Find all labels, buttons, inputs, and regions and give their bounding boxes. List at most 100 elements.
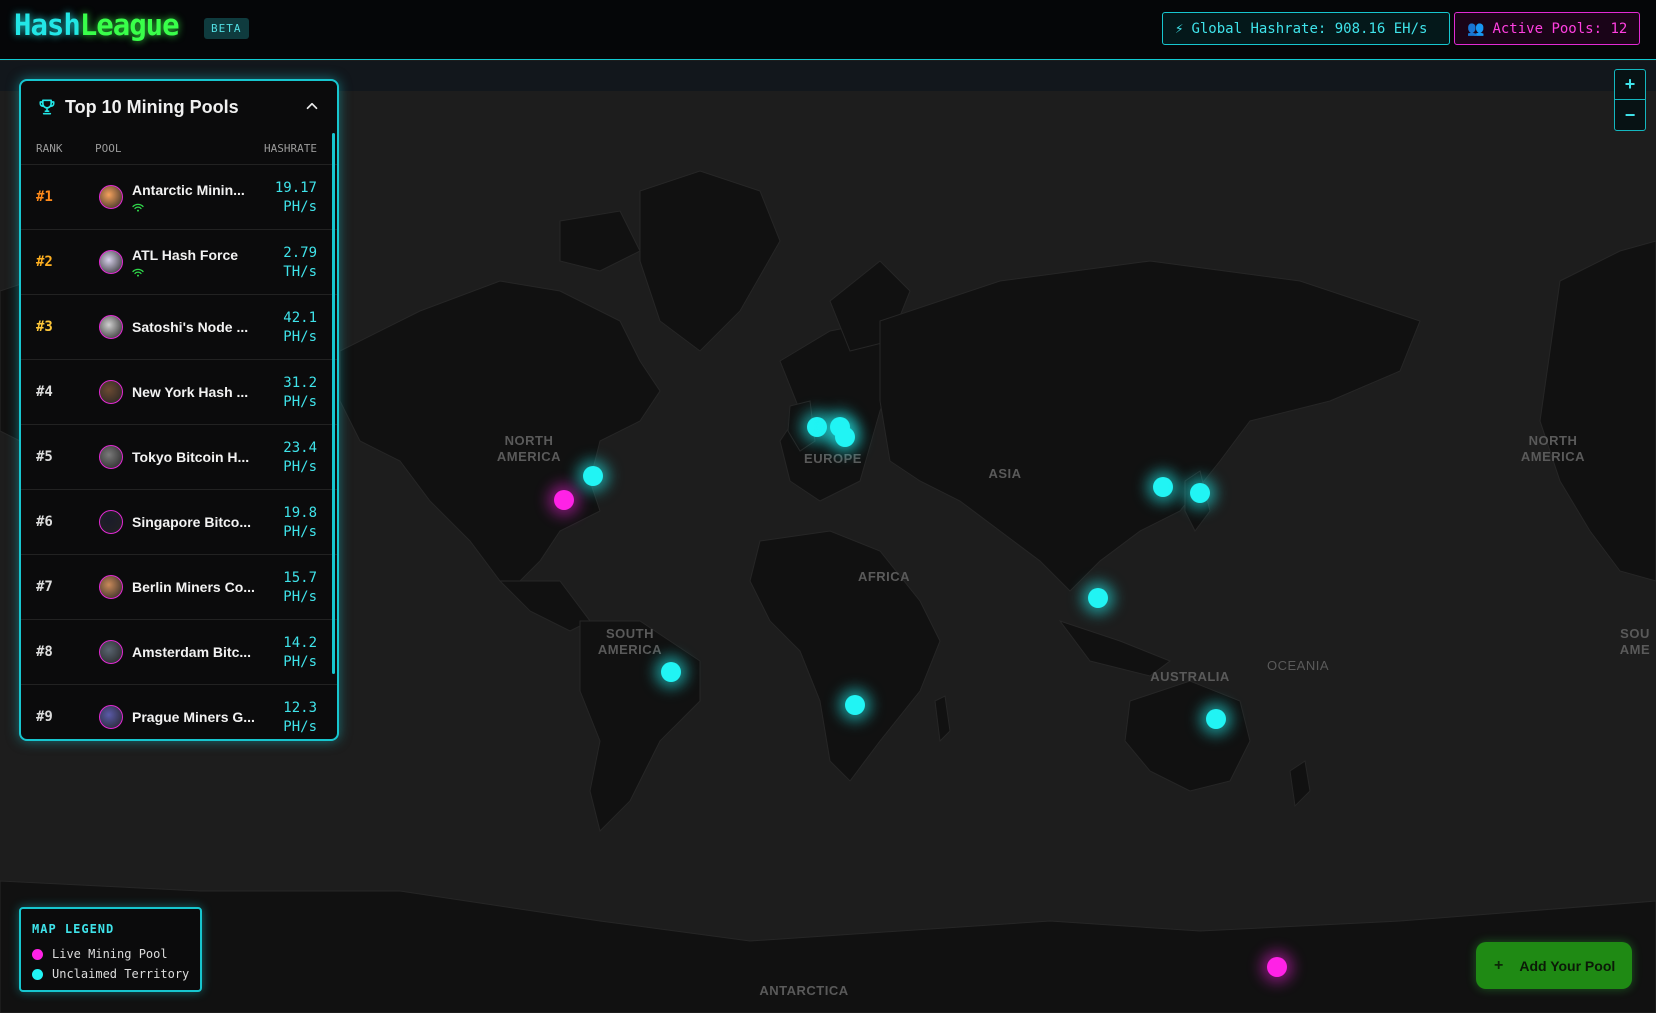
pools-list: #1 Antarctic Minin... 19.17 PH/s #2 ATL Hash … bbox=[21, 165, 337, 739]
live-pool-marker[interactable] bbox=[554, 490, 574, 510]
chevron-up-icon[interactable] bbox=[303, 97, 321, 115]
region-label-antarctica: ANTARCTICA bbox=[759, 983, 849, 998]
pool-row[interactable]: #4 New York Hash ... 31.2 PH/s bbox=[21, 360, 337, 425]
pool-rank: #9 bbox=[36, 709, 53, 725]
pool-name: Satoshi's Node ... bbox=[132, 319, 249, 335]
legend-live-label: Live Mining Pool bbox=[52, 947, 168, 961]
region-label-south-america-east: SOU AME bbox=[1619, 626, 1651, 657]
region-label-europe: EUROPE bbox=[804, 451, 862, 466]
unclaimed-territory-marker[interactable] bbox=[1190, 483, 1210, 503]
pool-avatar bbox=[99, 380, 123, 404]
pool-row[interactable]: #8 Amsterdam Bitc... 14.2 PH/s bbox=[21, 620, 337, 685]
pool-row[interactable]: #2 ATL Hash Force 2.79 TH/s bbox=[21, 230, 337, 295]
logo-text-hash: Hash bbox=[14, 8, 81, 42]
users-icon: 👥 bbox=[1467, 20, 1485, 37]
pool-hashrate: 2.79 TH/s bbox=[283, 244, 317, 282]
panel-title: Top 10 Mining Pools bbox=[65, 96, 239, 117]
pool-hashrate-unit: PH/s bbox=[283, 719, 317, 735]
pool-name: Berlin Miners Co... bbox=[132, 579, 255, 595]
pool-rank: #1 bbox=[36, 189, 53, 205]
pool-rank: #3 bbox=[36, 319, 53, 335]
unclaimed-territory-marker[interactable] bbox=[845, 695, 865, 715]
pool-avatar bbox=[99, 445, 123, 469]
panel-scrollbar[interactable] bbox=[332, 133, 335, 674]
table-header: RANK POOL HASHRATE bbox=[21, 133, 337, 165]
lightning-icon: ⚡ bbox=[1175, 20, 1184, 37]
zoom-out-button[interactable]: − bbox=[1615, 100, 1645, 130]
pool-row[interactable]: #1 Antarctic Minin... 19.17 PH/s bbox=[21, 165, 337, 230]
pool-name: Amsterdam Bitc... bbox=[132, 644, 252, 660]
pool-hashrate-value: 12.3 bbox=[283, 700, 317, 716]
pool-hashrate-unit: PH/s bbox=[283, 524, 317, 540]
pool-row[interactable]: #9 Prague Miners G... 12.3 PH/s bbox=[21, 685, 337, 739]
pool-hashrate: 12.3 PH/s bbox=[283, 699, 317, 737]
pool-hashrate: 19.8 PH/s bbox=[283, 504, 317, 542]
zoom-controls: + − bbox=[1614, 69, 1646, 131]
pool-hashrate-unit: PH/s bbox=[283, 654, 317, 670]
pool-rank: #2 bbox=[36, 254, 53, 270]
pool-hashrate-unit: PH/s bbox=[283, 459, 317, 475]
unclaimed-territory-marker[interactable] bbox=[1206, 709, 1226, 729]
pool-name: Tokyo Bitcoin H... bbox=[132, 449, 250, 465]
pool-hashrate: 31.2 PH/s bbox=[283, 374, 317, 412]
unclaimed-territory-marker[interactable] bbox=[1088, 588, 1108, 608]
active-pools-label: Active Pools: 12 bbox=[1492, 20, 1628, 37]
column-rank: RANK bbox=[36, 142, 63, 155]
pool-name: New York Hash ... bbox=[132, 384, 249, 400]
column-hashrate: HASHRATE bbox=[264, 142, 317, 155]
app-logo[interactable]: HashLeague bbox=[14, 8, 180, 42]
trophy-icon bbox=[39, 99, 55, 115]
pool-hashrate-unit: PH/s bbox=[283, 394, 317, 410]
region-label-north-america-east: NORTH AMERICA bbox=[1520, 433, 1586, 464]
pool-avatar bbox=[99, 575, 123, 599]
pool-hashrate-value: 42.1 bbox=[283, 310, 317, 326]
pool-name: Antarctic Minin... bbox=[132, 182, 245, 198]
plus-icon: + bbox=[1494, 956, 1504, 974]
unclaimed-territory-marker[interactable] bbox=[661, 662, 681, 682]
logo-text-league: League bbox=[79, 8, 180, 42]
pool-row[interactable]: #7 Berlin Miners Co... 15.7 PH/s bbox=[21, 555, 337, 620]
unclaimed-territory-marker[interactable] bbox=[835, 427, 855, 447]
legend-unclaimed-label: Unclaimed Territory bbox=[52, 967, 190, 981]
add-pool-button[interactable]: + Add Your Pool bbox=[1476, 942, 1632, 989]
region-label-australia: AUSTRALIA bbox=[1150, 669, 1230, 684]
pool-hashrate-unit: PH/s bbox=[283, 199, 317, 215]
region-label-oceania: OCEANIA bbox=[1266, 658, 1329, 673]
pool-avatar bbox=[99, 510, 123, 534]
pool-row[interactable]: #6 Singapore Bitco... 19.8 PH/s bbox=[21, 490, 337, 555]
live-pool-swatch bbox=[32, 948, 43, 960]
unclaimed-territory-marker[interactable] bbox=[583, 466, 603, 486]
pool-hashrate-value: 31.2 bbox=[283, 375, 317, 391]
region-label-asia: ASIA bbox=[988, 466, 1022, 481]
legend-title: MAP LEGEND bbox=[32, 922, 115, 936]
beta-badge: BETA bbox=[204, 18, 249, 39]
map-legend: MAP LEGEND Live Mining Pool Unclaimed Te… bbox=[19, 907, 202, 992]
legend-item-unclaimed: Unclaimed Territory bbox=[32, 967, 189, 981]
panel-header[interactable]: Top 10 Mining Pools bbox=[21, 81, 337, 133]
pool-hashrate-unit: PH/s bbox=[283, 589, 317, 605]
pool-hashrate: 15.7 PH/s bbox=[283, 569, 317, 607]
pool-rank: #7 bbox=[36, 579, 53, 595]
region-label-south-america: SOUTH AMERICA bbox=[597, 626, 663, 657]
top-bar: HashLeague BETA ⚡ Global Hashrate: 908.1… bbox=[0, 0, 1656, 60]
pool-hashrate-value: 19.8 bbox=[283, 505, 317, 521]
unclaimed-swatch bbox=[32, 968, 43, 980]
zoom-in-button[interactable]: + bbox=[1615, 70, 1645, 100]
unclaimed-territory-marker[interactable] bbox=[1153, 477, 1173, 497]
pool-hashrate: 14.2 PH/s bbox=[283, 634, 317, 672]
region-label-africa: AFRICA bbox=[857, 569, 911, 584]
pool-name: Singapore Bitco... bbox=[132, 514, 252, 530]
pool-hashrate-value: 2.79 bbox=[283, 245, 317, 261]
wifi-icon bbox=[132, 268, 144, 277]
pool-hashrate-unit: PH/s bbox=[283, 329, 317, 345]
add-pool-label: Add Your Pool bbox=[1519, 957, 1616, 974]
pool-rank: #8 bbox=[36, 644, 53, 660]
live-pool-marker[interactable] bbox=[1267, 957, 1287, 977]
pool-row[interactable]: #3 Satoshi's Node ... 42.1 PH/s bbox=[21, 295, 337, 360]
pool-name: ATL Hash Force bbox=[132, 247, 239, 263]
unclaimed-territory-marker[interactable] bbox=[807, 417, 827, 437]
pool-hashrate: 42.1 PH/s bbox=[283, 309, 317, 347]
pool-hashrate-value: 14.2 bbox=[283, 635, 317, 651]
pool-row[interactable]: #5 Tokyo Bitcoin H... 23.4 PH/s bbox=[21, 425, 337, 490]
global-hashrate-stat: ⚡ Global Hashrate: 908.16 EH/s bbox=[1162, 12, 1450, 45]
